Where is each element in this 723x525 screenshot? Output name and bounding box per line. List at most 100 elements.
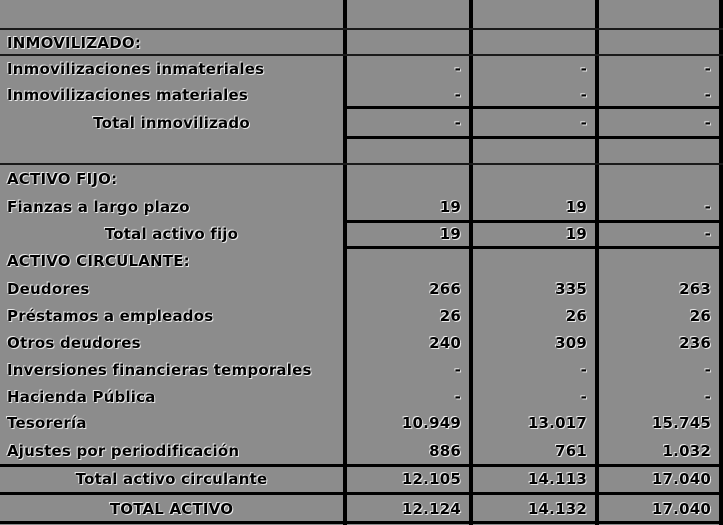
table-row: INMOVILIZADO:: [0, 30, 723, 56]
value-col-1: [343, 165, 469, 193]
value-col-1: 19: [343, 193, 469, 221]
value-col-1: 266: [343, 275, 469, 303]
total-divider: [0, 492, 723, 495]
value-col-1: -: [343, 384, 469, 410]
value-col-2: -: [469, 357, 595, 384]
row-label: Hacienda Pública: [7, 387, 156, 406]
value-col-1: 10.949: [343, 410, 469, 437]
value-col-1: [343, 248, 469, 275]
row-divider: [0, 54, 723, 56]
value-col-3: 26: [595, 303, 723, 329]
value-col-2: 14.113: [469, 465, 595, 494]
row-label: Fianzas a largo plazo: [7, 197, 190, 216]
table-row: ACTIVO FIJO:: [0, 165, 723, 193]
table-row: Otros deudores 240 309 236: [0, 329, 723, 357]
section-header-activo-circulante: ACTIVO CIRCULANTE:: [7, 252, 190, 270]
table-row: Total activo fijo 19 19 -: [0, 221, 723, 248]
value-col-3: -: [595, 384, 723, 410]
value-col-3: 236: [595, 329, 723, 357]
table-row: Ajustes por periodificación 886 761 1.03…: [0, 437, 723, 465]
value-col-2: [469, 165, 595, 193]
value-col-2: 19: [469, 193, 595, 221]
row-label: Tesorería: [7, 414, 87, 432]
total-divider: [343, 246, 723, 249]
row-divider: [0, 28, 723, 30]
value-col-2: 309: [469, 329, 595, 357]
value-col-3: [595, 248, 723, 275]
value-col-3: -: [595, 221, 723, 248]
table-row: [0, 138, 723, 165]
table-row: Inmovilizaciones inmateriales - - -: [0, 56, 723, 83]
section-header-activo-fijo: ACTIVO FIJO:: [7, 169, 118, 188]
total-divider: [343, 136, 723, 139]
value-col-3: [595, 0, 723, 30]
row-label-total: Total activo circulante: [75, 470, 268, 488]
value-col-3: -: [595, 193, 723, 221]
row-label: [0, 138, 343, 165]
value-col-3: 15.745: [595, 410, 723, 437]
table-row: Tesorería 10.949 13.017 15.745: [0, 410, 723, 437]
value-col-1: 886: [343, 437, 469, 465]
value-col-3: 1.032: [595, 437, 723, 465]
row-label: [0, 0, 343, 30]
row-label: Inmovilizaciones inmateriales: [7, 60, 265, 78]
total-divider: [0, 464, 723, 467]
table-row: Total activo circulante 12.105 14.113 17…: [0, 465, 723, 494]
value-col-1: -: [343, 56, 469, 83]
row-label-total: Total activo fijo: [104, 225, 239, 243]
total-divider: [343, 220, 723, 223]
value-col-2: -: [469, 108, 595, 138]
table-row: Total inmovilizado - - -: [0, 108, 723, 138]
value-col-3: 17.040: [595, 465, 723, 494]
table-row: Hacienda Pública - - -: [0, 384, 723, 410]
value-col-1: -: [343, 83, 469, 108]
table-row: Préstamos a empleados 26 26 26: [0, 303, 723, 329]
table-row: Deudores 266 335 263: [0, 275, 723, 303]
value-col-3: [595, 165, 723, 193]
value-col-2: [469, 0, 595, 30]
table-row: Inversiones financieras temporales - - -: [0, 357, 723, 384]
value-col-1: 26: [343, 303, 469, 329]
value-col-2: 26: [469, 303, 595, 329]
value-col-1: 240: [343, 329, 469, 357]
value-col-1: [343, 30, 469, 56]
total-divider: [0, 521, 723, 524]
table-row: Fianzas a largo plazo 19 19 -: [0, 193, 723, 221]
value-col-3: -: [595, 56, 723, 83]
value-col-2: -: [469, 83, 595, 108]
value-col-1: -: [343, 108, 469, 138]
value-col-2: 761: [469, 437, 595, 465]
value-col-2: [469, 138, 595, 165]
value-col-3: -: [595, 83, 723, 108]
section-header-inmovilizado: INMOVILIZADO:: [7, 33, 142, 52]
value-col-1: [343, 138, 469, 165]
value-col-2: 335: [469, 275, 595, 303]
value-col-2: [469, 248, 595, 275]
value-col-3: [595, 30, 723, 56]
value-col-2: -: [469, 384, 595, 410]
value-col-3: -: [595, 108, 723, 138]
value-col-2: 19: [469, 221, 595, 248]
total-divider: [343, 106, 723, 109]
value-col-3: 263: [595, 275, 723, 303]
row-label: Préstamos a empleados: [7, 306, 214, 325]
row-label: Inmovilizaciones materiales: [7, 86, 248, 104]
balance-sheet-table: INMOVILIZADO: Inmovilizaciones inmateria…: [0, 0, 723, 525]
table-row: Inmovilizaciones materiales - - -: [0, 83, 723, 108]
row-divider: [0, 163, 723, 165]
value-col-2: -: [469, 56, 595, 83]
row-label-total: Total inmovilizado: [93, 113, 250, 132]
value-col-1: -: [343, 357, 469, 384]
value-col-1: 19: [343, 221, 469, 248]
table-row: ACTIVO CIRCULANTE:: [0, 248, 723, 275]
value-col-3: [595, 138, 723, 165]
value-col-1: [343, 0, 469, 30]
row-label: Inversiones financieras temporales: [7, 361, 312, 379]
row-label: Otros deudores: [7, 333, 141, 352]
value-col-2: [469, 30, 595, 56]
value-col-2: 13.017: [469, 410, 595, 437]
row-label: Ajustes por periodificación: [7, 441, 240, 460]
table-row: [0, 0, 723, 30]
value-col-1: 12.105: [343, 465, 469, 494]
value-col-3: -: [595, 357, 723, 384]
